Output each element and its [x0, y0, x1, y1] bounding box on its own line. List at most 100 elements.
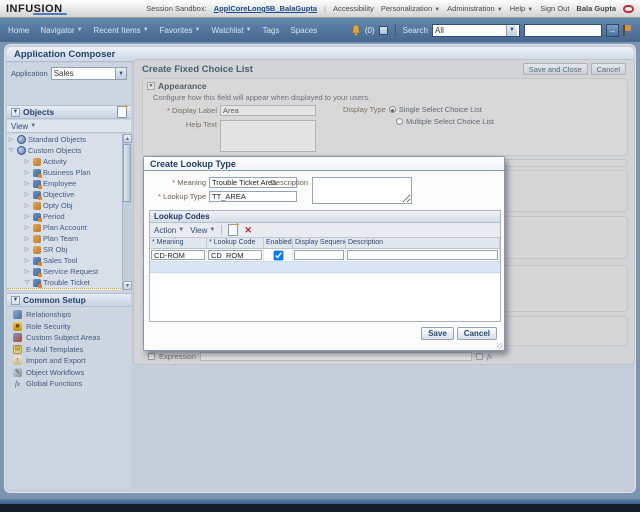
- expand-icon[interactable]: ▷: [23, 268, 31, 275]
- dialog-cancel-button[interactable]: Cancel: [457, 327, 497, 340]
- nav-navigator[interactable]: Navigator▼: [40, 26, 82, 35]
- tree-item-trouble-ticket[interactable]: ▽Trouble Ticket: [7, 277, 131, 288]
- expand-icon[interactable]: ▷: [23, 235, 31, 242]
- collapse-icon[interactable]: ▼: [11, 108, 20, 117]
- selected-empty-row[interactable]: [150, 262, 500, 273]
- help-menu[interactable]: Help ▼: [510, 4, 533, 13]
- tree-item-standard-objects[interactable]: ▷Standard Objects: [7, 134, 131, 145]
- nav-recent-items[interactable]: Recent Items▼: [94, 26, 149, 35]
- column-header-description[interactable]: Description: [346, 238, 500, 248]
- nav-watchlist[interactable]: Watchlist▼: [212, 26, 252, 35]
- tree-item-custom-objects[interactable]: ▽Custom Objects: [7, 145, 131, 156]
- search-label: Search: [403, 26, 428, 35]
- scroll-up-icon[interactable]: ▲: [123, 134, 132, 143]
- tree-item-service-request[interactable]: ▷Service Request: [7, 266, 131, 277]
- collapse-icon[interactable]: ▽: [23, 279, 31, 286]
- nav-spaces[interactable]: Spaces: [291, 26, 318, 35]
- chevron-down-icon: ▼: [246, 27, 252, 33]
- row-description-input[interactable]: [347, 250, 498, 260]
- personalization-menu[interactable]: Personalization ▼: [381, 4, 440, 13]
- tree-item-sales-tool[interactable]: ▷Sales Tool: [7, 255, 131, 266]
- new-object-icon[interactable]: [117, 106, 127, 118]
- expand-icon[interactable]: ▷: [23, 169, 31, 176]
- resize-grip[interactable]: [497, 343, 503, 349]
- view-menu-button[interactable]: View▼: [11, 122, 36, 131]
- administration-menu[interactable]: Administration ▼: [447, 4, 503, 13]
- single-select-radio[interactable]: [389, 106, 396, 113]
- display-label-input[interactable]: [220, 105, 316, 116]
- tree-item-employee[interactable]: ▷Employee: [7, 178, 131, 189]
- column-header-meaning[interactable]: * Meaning: [150, 238, 207, 248]
- expand-icon[interactable]: ▷: [7, 136, 15, 143]
- table-row[interactable]: [150, 249, 500, 262]
- row-enabled-checkbox[interactable]: [273, 250, 283, 260]
- collapse-icon[interactable]: ▼: [11, 296, 20, 305]
- expand-icon[interactable]: ▷: [23, 191, 31, 198]
- view-menu-button[interactable]: View▼: [190, 226, 215, 235]
- cancel-button[interactable]: Cancel: [591, 63, 626, 75]
- expand-icon[interactable]: ▷: [23, 213, 31, 220]
- scroll-thumb[interactable]: [123, 144, 131, 202]
- expand-icon[interactable]: ▷: [23, 224, 31, 231]
- tree-item-plan-account[interactable]: ▷Plan Account: [7, 222, 131, 233]
- collapse-icon[interactable]: ▼: [147, 82, 155, 90]
- scroll-down-icon[interactable]: ▼: [123, 281, 132, 290]
- help-text-input[interactable]: [220, 120, 316, 152]
- notifications-bell-icon[interactable]: [351, 25, 361, 36]
- sidebar-item-object-workflows[interactable]: ✎Object Workflows: [7, 367, 131, 379]
- objects-panel-header[interactable]: ▼ Objects: [7, 105, 131, 119]
- column-header-display-sequence[interactable]: Display Sequence: [293, 238, 346, 248]
- tree-item-fields[interactable]: Fields: [7, 288, 131, 290]
- collapse-icon[interactable]: ▽: [7, 147, 15, 154]
- column-header-lookup-code[interactable]: * Lookup Code: [207, 238, 264, 248]
- tree-item-sr-obj[interactable]: ▷SR Obj: [7, 244, 131, 255]
- expand-icon[interactable]: ▷: [23, 202, 31, 209]
- add-row-icon[interactable]: [228, 224, 238, 236]
- search-go-button[interactable]: →: [606, 24, 619, 37]
- sign-out-link[interactable]: Sign Out: [540, 4, 569, 13]
- row-lookup-code-input[interactable]: [208, 250, 262, 260]
- calendar-icon[interactable]: [379, 26, 388, 35]
- multiple-select-radio[interactable]: [396, 118, 403, 125]
- save-and-close-button[interactable]: Save and Close: [523, 63, 588, 75]
- expression-edit-icon[interactable]: [476, 353, 483, 360]
- expand-icon[interactable]: ▷: [23, 180, 31, 187]
- chevron-down-icon: ▼: [30, 123, 36, 129]
- sidebar-item-relationships[interactable]: Relationships: [7, 309, 131, 321]
- column-header-enabled[interactable]: Enabled: [264, 238, 293, 248]
- delete-row-icon[interactable]: ✕: [244, 225, 252, 236]
- tree-item-period[interactable]: ▷Period: [7, 211, 131, 222]
- expand-icon[interactable]: ▷: [23, 158, 31, 165]
- tree-scrollbar[interactable]: ▲ ▼: [122, 134, 131, 290]
- flag-icon[interactable]: [623, 25, 632, 36]
- accessibility-link[interactable]: Accessibility: [333, 4, 374, 13]
- expand-icon[interactable]: ▷: [23, 246, 31, 253]
- tree-item-plan-team[interactable]: ▷Plan Team: [7, 233, 131, 244]
- application-select[interactable]: Sales ▼: [51, 67, 127, 80]
- expression-input[interactable]: [200, 352, 472, 361]
- search-input[interactable]: [524, 24, 602, 37]
- common-setup-header[interactable]: ▼ Common Setup: [7, 293, 131, 307]
- row-meaning-input[interactable]: [151, 250, 205, 260]
- expression-checkbox[interactable]: [148, 353, 155, 360]
- tree-item-opty-obj[interactable]: ▷Opty Obj: [7, 200, 131, 211]
- expand-icon[interactable]: ▷: [23, 257, 31, 264]
- sidebar-item-import-export[interactable]: ↑Import and Export: [7, 355, 131, 367]
- sidebar-item-global-functions[interactable]: fxGlobal Functions: [7, 378, 131, 390]
- search-scope-select[interactable]: All ▼: [432, 24, 520, 37]
- row-display-sequence-input[interactable]: [294, 250, 344, 260]
- sidebar-item-role-security[interactable]: ■Role Security: [7, 321, 131, 333]
- nav-favorites[interactable]: Favorites▼: [160, 26, 201, 35]
- tree-item-activity[interactable]: ▷Activity: [7, 156, 131, 167]
- nav-home[interactable]: Home: [8, 26, 29, 35]
- sidebar-item-email-templates[interactable]: ✉E-Mail Templates: [7, 344, 131, 356]
- action-menu-button[interactable]: Action▼: [154, 226, 184, 235]
- dialog-save-button[interactable]: Save: [421, 327, 454, 340]
- session-sandbox-link[interactable]: ApplCoreLong5B_BalaGupta: [214, 4, 317, 13]
- description-input[interactable]: [312, 177, 412, 204]
- sidebar-item-custom-subject-areas[interactable]: Custom Subject Areas: [7, 332, 131, 344]
- nav-tags[interactable]: Tags: [263, 26, 280, 35]
- tree-item-business-plan[interactable]: ▷Business Plan: [7, 167, 131, 178]
- tree-item-objective[interactable]: ▷Objective: [7, 189, 131, 200]
- lookup-type-input[interactable]: [209, 191, 297, 202]
